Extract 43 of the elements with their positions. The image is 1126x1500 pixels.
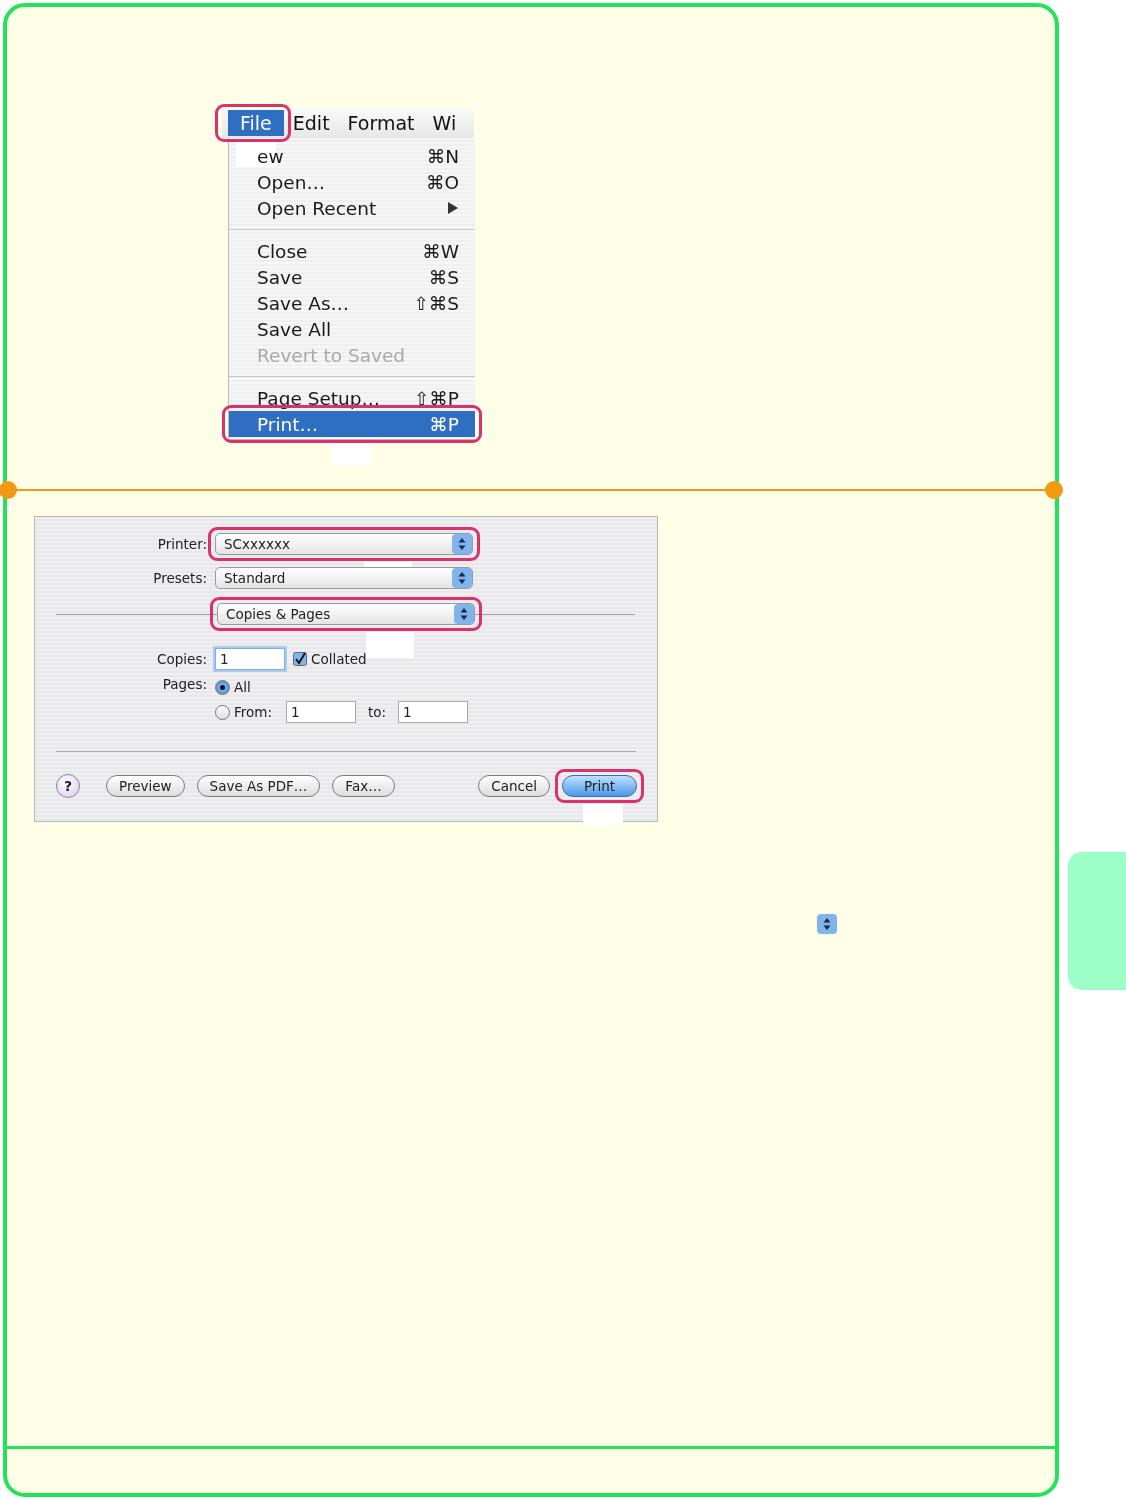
field-label: to: bbox=[368, 704, 387, 720]
dialog-button[interactable]: Fax… bbox=[332, 775, 395, 797]
menu-title[interactable]: File bbox=[228, 110, 284, 136]
dialog-button[interactable]: Cancel bbox=[478, 775, 550, 797]
stepper-arrows-icon bbox=[452, 534, 472, 554]
popup-menu[interactable]: Standard bbox=[215, 567, 473, 589]
menu-item[interactable]: ew ⌘N bbox=[229, 143, 475, 169]
to-field[interactable]: 1 bbox=[398, 701, 469, 723]
dialog-button[interactable]: Print bbox=[561, 775, 637, 797]
menu-item[interactable]: Page Setup… ⇧⌘P bbox=[229, 385, 475, 411]
field-label: Pages: bbox=[161, 676, 207, 692]
blank-label bbox=[332, 444, 372, 466]
menu-item[interactable]: Save As… ⇧⌘S bbox=[229, 290, 475, 316]
menu-item[interactable]: Save ⌘S bbox=[229, 264, 475, 290]
dialog-button[interactable]: Preview bbox=[106, 775, 185, 797]
radio-label: From: bbox=[234, 704, 272, 720]
menu-item[interactable]: Save All bbox=[229, 316, 475, 342]
field-label: Printer: bbox=[156, 536, 207, 552]
popup-menu[interactable]: Copies & Pages bbox=[217, 603, 475, 625]
field-label: Presets: bbox=[152, 570, 207, 586]
help-button[interactable]: ? bbox=[56, 774, 80, 798]
radio-button[interactable] bbox=[215, 679, 230, 695]
menu-item[interactable]: Close ⌘W bbox=[229, 238, 475, 264]
field-label: Copies: bbox=[156, 651, 207, 667]
blank-label bbox=[583, 804, 624, 826]
checkbox-label: Collated bbox=[311, 651, 367, 667]
from-field[interactable]: 1 bbox=[286, 701, 356, 723]
popup-menu[interactable]: SCxxxxxx bbox=[215, 533, 473, 555]
stepper-arrows-icon bbox=[454, 604, 474, 624]
checkbox[interactable] bbox=[293, 652, 307, 666]
menu-item[interactable]: Print… ⌘P bbox=[229, 411, 475, 437]
dialog-button[interactable]: Save As PDF… bbox=[196, 775, 321, 797]
menu-item[interactable]: Open Recent bbox=[229, 195, 475, 221]
stepper-arrows-icon bbox=[452, 568, 472, 588]
menu-title[interactable]: Format bbox=[338, 110, 424, 136]
menu-title[interactable]: Edit bbox=[283, 110, 339, 136]
radio-label: All bbox=[234, 679, 251, 695]
radio-button[interactable] bbox=[215, 704, 230, 720]
stepper-arrows-icon bbox=[817, 914, 837, 934]
menu-title[interactable]: Wi bbox=[423, 110, 466, 136]
menu-item[interactable]: Open… ⌘O bbox=[229, 169, 475, 195]
copies-field[interactable]: 1 bbox=[215, 648, 285, 670]
blank-label bbox=[366, 632, 414, 658]
